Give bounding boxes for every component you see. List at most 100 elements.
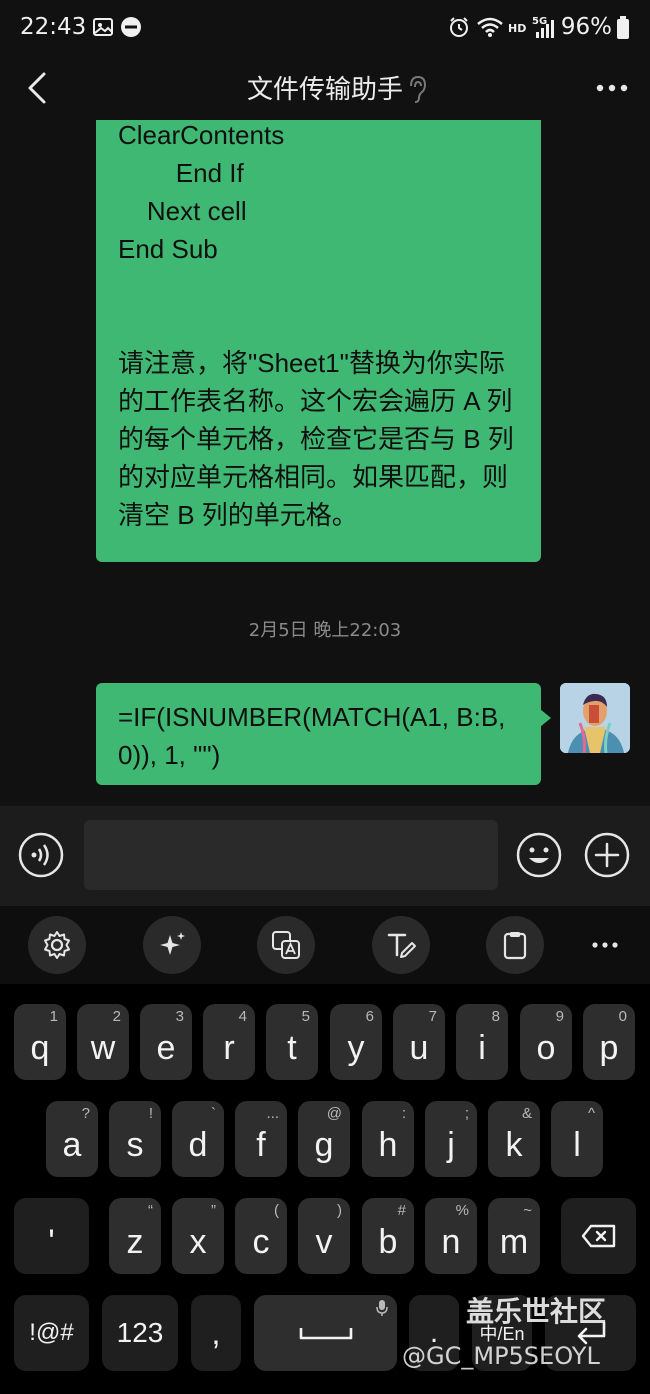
key-label: 123 — [116, 1317, 164, 1348]
key-label: b — [378, 1223, 398, 1261]
message-bubble-formula[interactable]: =IF(ISNUMBER(MATCH(A1, B:B, 0)), 1, "") — [96, 683, 551, 785]
watermark-user: @GC_MP5SEOYL — [402, 1342, 600, 1370]
key-hint: 7 — [428, 1008, 437, 1025]
key-hint: ” — [211, 1202, 216, 1219]
key-f[interactable]: ... f — [235, 1101, 287, 1177]
key-y[interactable]: 6y — [330, 1004, 382, 1080]
key-label: h — [378, 1126, 398, 1164]
toolbar-more-button[interactable] — [576, 916, 634, 974]
key-label: g — [314, 1126, 334, 1164]
key-b[interactable]: # b — [362, 1198, 414, 1274]
key-a[interactable]: ? a — [46, 1101, 98, 1177]
more-dots-icon[interactable] — [592, 74, 632, 102]
key-hint: ( — [274, 1202, 279, 1219]
key-c[interactable]: (c — [235, 1198, 287, 1274]
key-i[interactable]: 8i — [456, 1004, 508, 1080]
key-w[interactable]: 2w — [77, 1004, 129, 1080]
key-o[interactable]: 9o — [520, 1004, 572, 1080]
key-m[interactable]: ~ m — [488, 1198, 540, 1274]
plus-icon[interactable] — [584, 832, 630, 878]
key-s[interactable]: ! s — [109, 1101, 161, 1177]
key-r[interactable]: 4r — [203, 1004, 255, 1080]
ai-button[interactable] — [143, 916, 201, 974]
numbers-key[interactable]: 123 — [102, 1295, 178, 1371]
comma-key[interactable]: , — [191, 1295, 241, 1371]
key-label: s — [126, 1126, 144, 1164]
key-label: d — [188, 1126, 208, 1164]
key-hint: 3 — [175, 1008, 184, 1025]
settings-button[interactable] — [28, 916, 86, 974]
key-u[interactable]: 7u — [393, 1004, 445, 1080]
voice-input-icon[interactable] — [18, 832, 64, 878]
key-label: m — [499, 1223, 529, 1261]
text-style-button[interactable] — [372, 916, 430, 974]
key-p[interactable]: 0p — [583, 1004, 635, 1080]
key-n[interactable]: % n — [425, 1198, 477, 1274]
key-label: o — [536, 1029, 556, 1067]
message-line: 请注意，将"Sheet1"替换为你实际 — [118, 348, 505, 378]
key-label: , — [211, 1314, 221, 1351]
message-timestamp: 2月5日 晚上22:03 — [248, 620, 402, 641]
key-hint: 6 — [365, 1008, 374, 1025]
key-hint: ` — [211, 1105, 216, 1122]
keyboard: 1q 2w 3e 4r 5t 6y 7u 8i 9o 0p ? a ! s ` d .… — [0, 984, 650, 1394]
key-hint: 5 — [301, 1008, 310, 1025]
key-hint: : — [401, 1105, 406, 1122]
message-line: 的对应单元格相同。如果匹配，则 — [118, 462, 509, 492]
message-line: End Sub — [118, 234, 218, 264]
key-hint: 0 — [618, 1008, 627, 1025]
key-hint: 1 — [49, 1008, 58, 1025]
key-label: x — [189, 1223, 207, 1261]
space-bar-icon — [299, 1328, 352, 1340]
chat-area[interactable]: ClearContents End If Next cell End Sub 请… — [0, 120, 650, 806]
key-label: v — [315, 1223, 333, 1261]
input-bar — [0, 806, 650, 906]
key-apostrophe[interactable]: ' — [14, 1198, 89, 1274]
key-hint: 8 — [491, 1008, 500, 1025]
key-l[interactable]: ^ l — [551, 1101, 603, 1177]
message-input[interactable] — [84, 820, 498, 890]
translate-button[interactable] — [257, 916, 315, 974]
ear-icon — [410, 75, 427, 103]
settings-icon — [44, 931, 70, 959]
clipboard-button[interactable] — [486, 916, 544, 974]
message-bubble-code[interactable]: ClearContents End If Next cell End Sub 请… — [96, 120, 541, 562]
key-q[interactable]: 1q — [14, 1004, 66, 1080]
key-hint: ) — [337, 1202, 342, 1219]
key-label: f — [256, 1126, 266, 1164]
key-d[interactable]: ` d — [172, 1101, 224, 1177]
clipboard-icon — [503, 932, 527, 960]
key-hint: ^ — [587, 1105, 595, 1122]
avatar[interactable] — [560, 683, 630, 753]
key-label: y — [347, 1029, 365, 1067]
key-hint: ? — [81, 1105, 90, 1122]
status-time: 22:43 — [20, 14, 87, 40]
title-bar: 文件传输助手 — [0, 58, 650, 120]
bubble-tail — [540, 709, 551, 727]
key-z[interactable]: “z — [109, 1198, 161, 1274]
key-hint: # — [397, 1202, 406, 1219]
key-h[interactable]: :h — [362, 1101, 414, 1177]
key-hint: % — [455, 1202, 469, 1219]
symbols-key[interactable]: !@# — [14, 1295, 89, 1371]
key-label: p — [599, 1029, 619, 1067]
emoji-icon[interactable] — [516, 832, 562, 878]
key-j[interactable]: ; j — [425, 1101, 477, 1177]
key-k[interactable]: & k — [488, 1101, 540, 1177]
key-label: q — [30, 1029, 50, 1067]
key-t[interactable]: 5t — [266, 1004, 318, 1080]
message-line: Next cell — [118, 196, 247, 226]
key-v[interactable]: ) v — [298, 1198, 350, 1274]
key-label: j — [447, 1126, 455, 1164]
key-hint: & — [521, 1105, 532, 1122]
backspace-icon — [581, 1224, 615, 1248]
space-key[interactable] — [254, 1295, 397, 1371]
backspace-key[interactable] — [561, 1198, 636, 1274]
key-e[interactable]: 3e — [140, 1004, 192, 1080]
key-label: z — [126, 1223, 144, 1261]
key-label: !@# — [29, 1319, 74, 1346]
keyboard-toolbar — [0, 906, 650, 984]
key-x[interactable]: ” x — [172, 1198, 224, 1274]
battery-icon — [617, 16, 629, 39]
key-g[interactable]: @ g — [298, 1101, 350, 1177]
